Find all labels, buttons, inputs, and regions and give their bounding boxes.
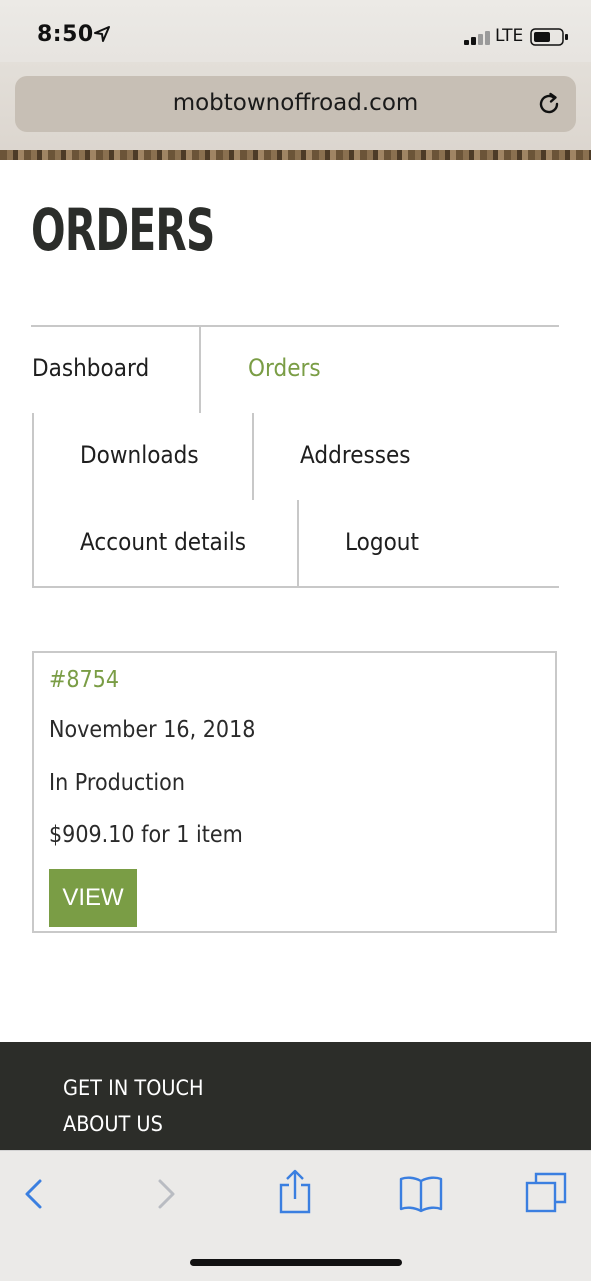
nav-item-downloads[interactable]: Downloads [80,441,199,469]
forward-icon[interactable] [154,1177,178,1211]
view-order-button[interactable]: VIEW [49,869,137,927]
nav-item-logout[interactable]: Logout [345,528,419,556]
site-footer: GET IN TOUCH ABOUT US [0,1042,591,1152]
order-card: #8754 November 16, 2018 In Production $9… [32,651,557,933]
nav-item-addresses[interactable]: Addresses [300,441,411,469]
share-icon[interactable] [277,1169,313,1215]
battery-icon [530,28,568,46]
signal-bars-icon [464,31,490,45]
nav-item-dashboard[interactable]: Dashboard [32,354,149,382]
nav-divider [32,586,559,588]
footer-link-get-in-touch[interactable]: GET IN TOUCH [63,1076,204,1100]
order-number-link[interactable]: #8754 [49,667,119,693]
nav-divider [252,413,254,500]
location-arrow-icon [94,26,110,42]
order-total: $909.10 for 1 item [49,822,243,848]
tabs-icon[interactable] [524,1171,568,1215]
back-icon[interactable] [22,1177,46,1211]
home-indicator [190,1259,402,1266]
order-status: In Production [49,770,185,796]
reload-icon[interactable] [536,91,562,117]
status-time: 8:50 [37,22,94,47]
status-bar: 8:50 LTE [0,0,591,70]
nav-divider [199,325,201,413]
nav-divider [32,413,34,588]
footer-link-about-us[interactable]: ABOUT US [63,1112,163,1136]
page-title: ORDERS [31,196,215,264]
nav-item-orders[interactable]: Orders [248,354,321,382]
bookmarks-icon[interactable] [398,1175,444,1213]
network-type: LTE [495,26,524,46]
nav-item-account-details[interactable]: Account details [80,528,246,556]
nav-divider [31,325,559,327]
order-date: November 16, 2018 [49,717,256,743]
browser-address-area: mobtownoffroad.com [0,62,591,150]
hero-image-strip [0,150,591,160]
address-bar[interactable]: mobtownoffroad.com [15,76,576,132]
nav-divider [297,500,299,588]
url-text[interactable]: mobtownoffroad.com [15,90,576,116]
